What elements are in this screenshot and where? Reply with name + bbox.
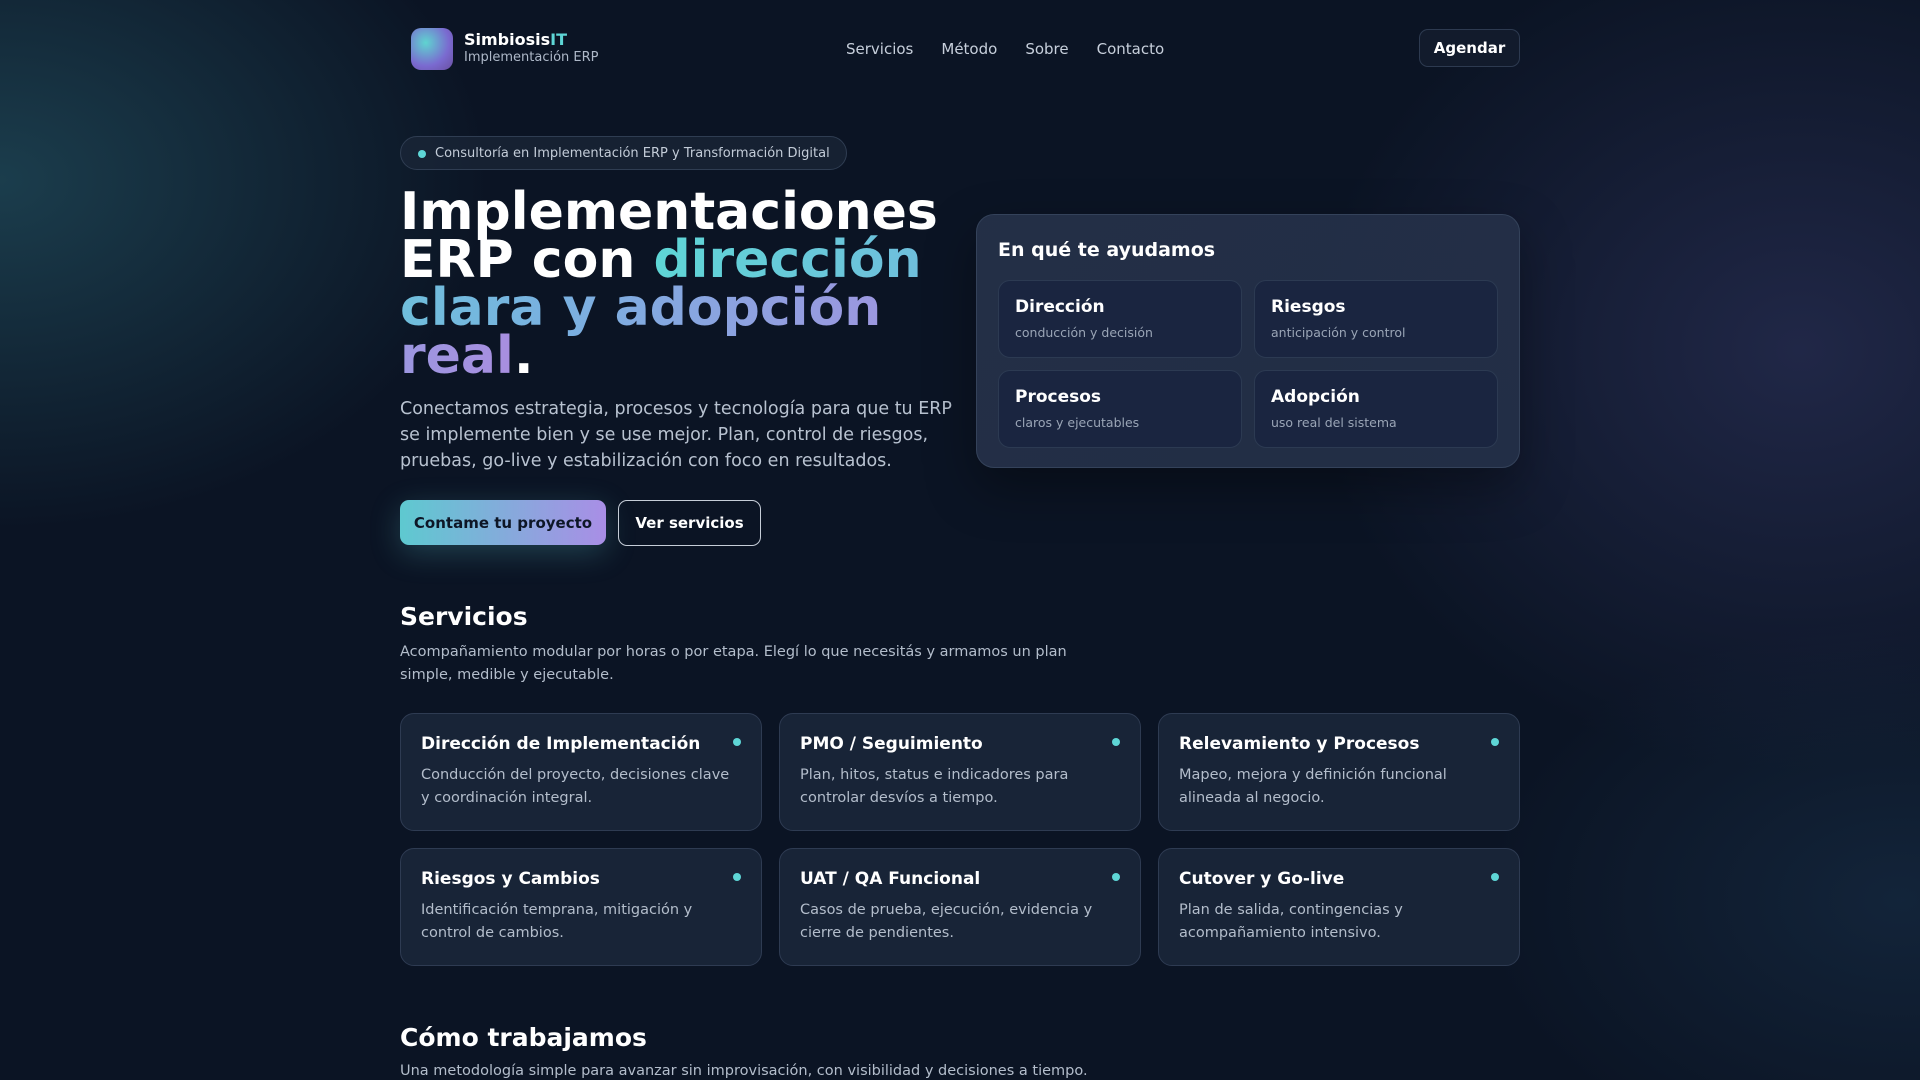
service-title: Relevamiento y Procesos <box>1179 734 1420 754</box>
dot-icon <box>1491 738 1499 746</box>
service-title: Dirección de Implementación <box>421 734 701 754</box>
help-item-title: Riesgos <box>1271 297 1346 317</box>
agendar-button[interactable]: Agendar <box>1419 29 1520 67</box>
service-desc: Plan, hitos, status e indicadores para c… <box>800 767 1069 806</box>
nav-link-servicios[interactable]: Servicios <box>846 40 913 58</box>
service-card: Dirección de Implementación Conducción de… <box>400 713 762 831</box>
help-item-title: Procesos <box>1015 387 1102 407</box>
nav-link-contacto[interactable]: Contacto <box>1097 40 1165 58</box>
method-title: Cómo trabajamos <box>400 1023 647 1052</box>
service-card: Cutover y Go-live Plan de salida, conting… <box>1158 848 1520 966</box>
logo-icon[interactable] <box>411 28 453 70</box>
nav-link-sobre[interactable]: Sobre <box>1025 40 1068 58</box>
help-item-sub: uso real del sistema <box>1271 415 1397 430</box>
service-card: Riesgos y Cambios Identificación temprana… <box>400 848 762 966</box>
help-title: En qué te ayudamos <box>998 239 1216 261</box>
service-title: Riesgos y Cambios <box>421 869 600 889</box>
dot-icon <box>733 738 741 746</box>
hero-title-end: . <box>513 326 534 386</box>
dot-icon <box>1491 873 1499 881</box>
hero-lead: Conectamos estrategia, procesos y tecnol… <box>400 399 952 471</box>
service-title: PMO / Seguimiento <box>800 734 983 754</box>
service-card: Relevamiento y Procesos Mapeo, mejora y d… <box>1158 713 1520 831</box>
service-desc: Mapeo, mejora y definición funcional ali… <box>1179 767 1447 806</box>
brand-name[interactable]: SimbiosisIT <box>464 30 567 49</box>
brand-accent: IT <box>550 30 568 49</box>
help-item-sub: anticipación y control <box>1271 325 1406 340</box>
service-card: PMO / Seguimiento Plan, hitos, status e i… <box>779 713 1141 831</box>
method-subtitle: Una metodología simple para avanzar sin … <box>400 1063 1088 1079</box>
help-item: Procesos claros y ejecutables <box>998 370 1242 448</box>
dot-icon <box>1112 873 1120 881</box>
dot-icon <box>733 873 741 881</box>
top-nav: SimbiosisIT Implementación ERP Servicios… <box>400 28 1520 70</box>
brand-main: Simbiosis <box>464 30 551 49</box>
nav-link-metodo[interactable]: Método <box>941 40 997 58</box>
view-services-button[interactable]: Ver servicios <box>618 500 761 546</box>
services-grid: Dirección de Implementación Conducción de… <box>400 713 1520 966</box>
services-subtitle: Acompañamiento modular por horas o por e… <box>400 644 1067 683</box>
service-desc: Casos de prueba, ejecución, evidencia y … <box>800 902 1093 941</box>
help-item: Dirección conducción y decisión <box>998 280 1242 358</box>
service-title: Cutover y Go-live <box>1179 869 1345 889</box>
help-item-sub: conducción y decisión <box>1015 325 1153 340</box>
service-title: UAT / QA Funcional <box>800 869 981 889</box>
brand-subtitle: Implementación ERP <box>464 50 599 65</box>
help-panel: En qué te ayudamos Dirección conducción y… <box>976 214 1520 468</box>
service-desc: Identificación temprana, mitigación y co… <box>421 902 693 941</box>
service-desc: Conducción del proyecto, decisiones clav… <box>421 767 730 806</box>
help-item-title: Adopción <box>1271 387 1360 407</box>
hero-title: Implementaciones ERP con dirección clara… <box>400 186 960 382</box>
services-title: Servicios <box>400 602 528 631</box>
dot-icon <box>1112 738 1120 746</box>
help-item: Adopción uso real del sistema <box>1254 370 1498 448</box>
help-item: Riesgos anticipación y control <box>1254 280 1498 358</box>
service-desc: Plan de salida, contingencias y acompaña… <box>1179 902 1403 941</box>
service-card: UAT / QA Funcional Casos de prueba, ejecu… <box>779 848 1141 966</box>
help-item-sub: claros y ejecutables <box>1015 415 1140 430</box>
contact-project-button[interactable]: Contame tu proyecto <box>400 500 606 545</box>
hero-badge: Consultoría en Implementación ERP y Tran… <box>400 136 847 170</box>
help-item-title: Dirección <box>1015 297 1105 317</box>
